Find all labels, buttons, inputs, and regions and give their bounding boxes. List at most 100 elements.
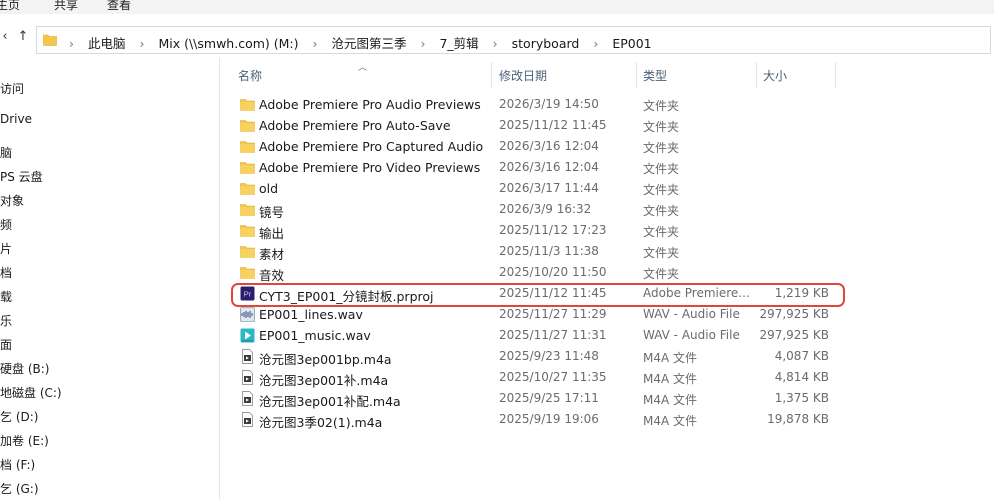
file-row[interactable]: 素材 2025/11/3 11:38 文件夹 bbox=[221, 241, 994, 262]
sidebar-item-music[interactable]: 乐 bbox=[0, 312, 12, 329]
breadcrumb-ep001[interactable]: EP001 bbox=[612, 36, 651, 51]
column-header-name[interactable]: 名称 bbox=[238, 67, 262, 84]
column-header-size[interactable]: 大小 bbox=[763, 67, 787, 84]
file-type: M4A 文件 bbox=[643, 372, 698, 386]
file-row[interactable]: EP001_lines.wav 2025/11/27 11:29 WAV - Aud… bbox=[221, 304, 994, 325]
file-name[interactable]: EP001_music.wav bbox=[259, 328, 371, 343]
file-name[interactable]: old bbox=[259, 181, 278, 196]
file-type: 文件夹 bbox=[643, 99, 680, 113]
file-type: M4A 文件 bbox=[643, 351, 698, 365]
m4a-file-icon bbox=[240, 370, 255, 385]
sidebar-item-drive-g[interactable]: 乞 (G:) bbox=[0, 480, 39, 497]
file-name[interactable]: 音效 bbox=[259, 265, 284, 284]
file-row[interactable]: Adobe Premiere Pro Audio Previews 2026/3/… bbox=[221, 94, 994, 115]
sidebar-item-3d-objects[interactable]: 对象 bbox=[0, 192, 24, 209]
file-name[interactable]: Adobe Premiere Pro Video Previews bbox=[259, 160, 480, 175]
sidebar-item-drive-b[interactable]: 硬盘 (B:) bbox=[0, 360, 49, 377]
file-type: 文件夹 bbox=[643, 183, 680, 197]
ribbon-tab-home[interactable]: 主页 bbox=[0, 0, 20, 13]
sidebar-item-pictures[interactable]: 片 bbox=[0, 240, 12, 257]
breadcrumb-separator-icon[interactable]: › bbox=[139, 36, 144, 51]
file-row[interactable]: EP001_music.wav 2025/11/27 11:31 WAV - Aud… bbox=[221, 325, 994, 346]
file-name[interactable]: Adobe Premiere Pro Captured Audio bbox=[259, 139, 483, 154]
folder-icon bbox=[240, 181, 255, 196]
file-size: 297,925 KB bbox=[759, 328, 829, 342]
file-name[interactable]: 沧元图3ep001bp.m4a bbox=[259, 349, 392, 368]
breadcrumb-separator-icon[interactable]: › bbox=[420, 36, 425, 51]
file-type: 文件夹 bbox=[643, 162, 680, 176]
file-row[interactable]: 沧元图3ep001补.m4a 2025/10/27 11:35 M4A 文件 4,81… bbox=[221, 367, 994, 388]
address-bar[interactable]: › 此电脑 › Mix (\\smwh.com) (M:) › 沧元图第三季 ›… bbox=[36, 26, 991, 54]
sidebar-item-downloads[interactable]: 载 bbox=[0, 288, 12, 305]
file-name[interactable]: EP001_lines.wav bbox=[259, 307, 363, 322]
sidebar-item-this-pc[interactable]: 脑 bbox=[0, 144, 12, 161]
folder-icon bbox=[240, 202, 255, 217]
file-row[interactable]: Adobe Premiere Pro Video Previews 2026/3/… bbox=[221, 157, 994, 178]
breadcrumb-separator-icon[interactable]: › bbox=[593, 36, 598, 51]
m4a-file-icon bbox=[240, 391, 255, 406]
file-row[interactable]: old 2026/3/17 11:44 文件夹 bbox=[221, 178, 994, 199]
up-arrow-icon[interactable]: ↑ bbox=[15, 29, 31, 44]
breadcrumb: › 此电脑 › Mix (\\smwh.com) (M:) › 沧元图第三季 ›… bbox=[69, 33, 652, 52]
breadcrumb-mix-drive[interactable]: Mix (\\smwh.com) (M:) bbox=[158, 36, 298, 51]
breadcrumb-separator-icon[interactable]: › bbox=[313, 36, 318, 51]
column-divider[interactable] bbox=[636, 62, 637, 88]
breadcrumb-this-pc[interactable]: 此电脑 bbox=[88, 33, 126, 52]
breadcrumb-storyboard[interactable]: storyboard bbox=[512, 36, 580, 51]
sidebar-item-drive-e[interactable]: 加卷 (E:) bbox=[0, 432, 49, 449]
column-divider[interactable] bbox=[835, 62, 836, 88]
file-name[interactable]: 素材 bbox=[259, 244, 284, 263]
file-modified-date: 2025/9/19 19:06 bbox=[499, 412, 599, 426]
file-modified-date: 2025/11/12 11:45 bbox=[499, 118, 607, 132]
file-name[interactable]: Adobe Premiere Pro Auto-Save bbox=[259, 118, 451, 133]
breadcrumb-separator-icon: › bbox=[69, 36, 74, 51]
column-divider[interactable] bbox=[491, 62, 492, 88]
sidebar-item-onedrive[interactable]: Drive bbox=[0, 112, 32, 126]
file-modified-date: 2025/9/23 11:48 bbox=[499, 349, 599, 363]
file-row[interactable]: 沧元图3季02(1).m4a 2025/9/19 19:06 M4A 文件 19,87… bbox=[221, 409, 994, 430]
selection-highlight bbox=[231, 283, 845, 307]
file-size: 297,925 KB bbox=[759, 307, 829, 321]
file-row[interactable]: 输出 2025/11/12 17:23 文件夹 bbox=[221, 220, 994, 241]
file-row[interactable]: Adobe Premiere Pro Auto-Save 2025/11/12 1… bbox=[221, 115, 994, 136]
file-modified-date: 2025/11/27 11:29 bbox=[499, 307, 607, 321]
file-name[interactable]: 沧元图3ep001补配.m4a bbox=[259, 391, 401, 410]
file-row[interactable]: 音效 2025/10/20 11:50 文件夹 bbox=[221, 262, 994, 283]
file-modified-date: 2025/11/3 11:38 bbox=[499, 244, 599, 258]
sidebar-item-documents[interactable]: 档 bbox=[0, 264, 12, 281]
sidebar-item-desktop[interactable]: 面 bbox=[0, 336, 12, 353]
sidebar-item-quick-access[interactable]: 访问 bbox=[0, 80, 24, 97]
file-name[interactable]: Adobe Premiere Pro Audio Previews bbox=[259, 97, 481, 112]
file-row[interactable]: 镜号 2026/3/9 16:32 文件夹 bbox=[221, 199, 994, 220]
file-row[interactable]: 沧元图3ep001bp.m4a 2025/9/23 11:48 M4A 文件 4,08… bbox=[221, 346, 994, 367]
sidebar-item-wps-cloud[interactable]: PS 云盘 bbox=[0, 168, 43, 185]
back-chevron-icon[interactable]: ‹ bbox=[0, 29, 13, 44]
ribbon-tab-share[interactable]: 共享 bbox=[54, 0, 78, 13]
sidebar-item-videos[interactable]: 频 bbox=[0, 216, 12, 233]
folder-icon bbox=[43, 34, 57, 46]
column-divider[interactable] bbox=[756, 62, 757, 88]
ribbon-tab-view[interactable]: 查看 bbox=[107, 0, 131, 13]
file-size: 19,878 KB bbox=[767, 412, 829, 426]
file-type: 文件夹 bbox=[643, 267, 680, 281]
folder-icon bbox=[240, 244, 255, 259]
file-row[interactable]: 沧元图3ep001补配.m4a 2025/9/25 17:11 M4A 文件 1,37… bbox=[221, 388, 994, 409]
file-name[interactable]: 输出 bbox=[259, 223, 284, 242]
breadcrumb-edit-folder[interactable]: 7_剪辑 bbox=[439, 33, 478, 52]
file-size: 4,087 KB bbox=[774, 349, 829, 363]
column-header-type[interactable]: 类型 bbox=[643, 67, 667, 84]
file-modified-date: 2025/11/27 11:31 bbox=[499, 328, 607, 342]
column-header-date[interactable]: 修改日期 bbox=[499, 67, 547, 84]
breadcrumb-separator-icon[interactable]: › bbox=[493, 36, 498, 51]
file-row[interactable]: Adobe Premiere Pro Captured Audio 2026/3/… bbox=[221, 136, 994, 157]
breadcrumb-season-folder[interactable]: 沧元图第三季 bbox=[331, 33, 406, 52]
sidebar-item-drive-d[interactable]: 乞 (D:) bbox=[0, 408, 38, 425]
folder-icon bbox=[240, 139, 255, 154]
ribbon-bar: 主页 共享 查看 bbox=[0, 0, 994, 14]
file-size: 1,375 KB bbox=[774, 391, 829, 405]
file-name[interactable]: 沧元图3ep001补.m4a bbox=[259, 370, 388, 389]
file-name[interactable]: 沧元图3季02(1).m4a bbox=[259, 412, 382, 431]
sidebar-item-drive-f[interactable]: 档 (F:) bbox=[0, 456, 35, 473]
file-name[interactable]: 镜号 bbox=[259, 202, 284, 221]
sidebar-item-drive-c[interactable]: 地磁盘 (C:) bbox=[0, 384, 62, 401]
